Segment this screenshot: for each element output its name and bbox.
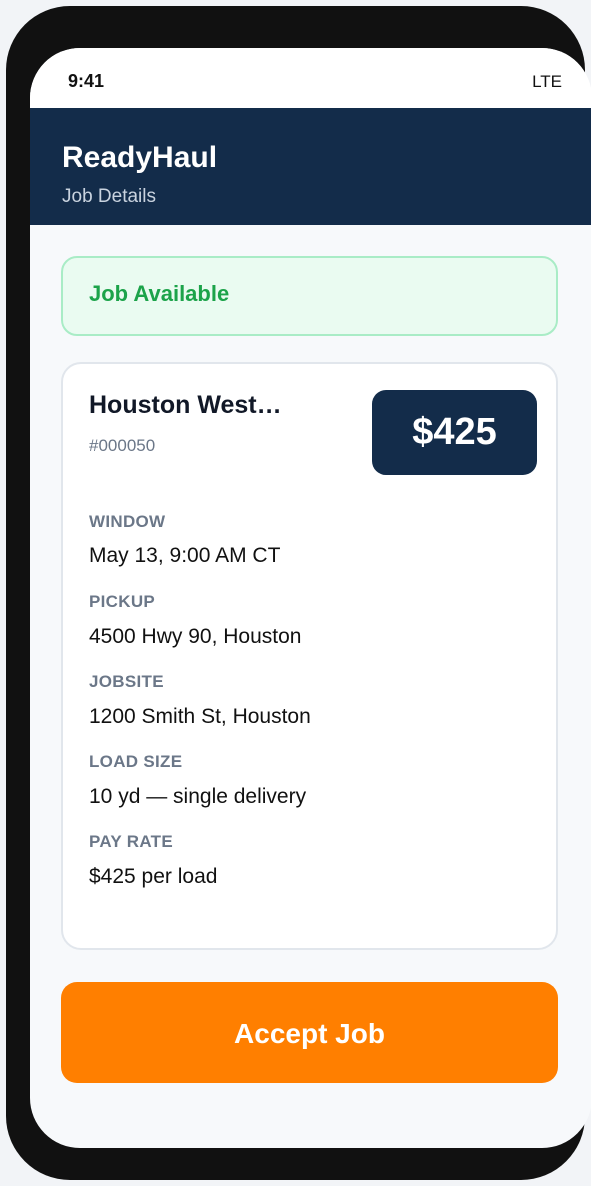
job-title: Houston West… [89, 391, 282, 419]
accept-job-button[interactable]: Accept Job [61, 982, 558, 1083]
app-title: ReadyHaul [62, 141, 218, 174]
phone-screen: 9:41 LTE ReadyHaul Job Details Job Avail… [30, 48, 591, 1148]
page-subtitle: Job Details [62, 186, 156, 207]
detail-label-load-size: LOAD SIZE [89, 752, 183, 771]
detail-value-window: May 13, 9:00 AM CT [89, 544, 281, 567]
detail-value-pickup: 4500 Hwy 90, Houston [89, 625, 302, 648]
detail-value-pay-rate: $425 per load [89, 865, 218, 888]
detail-label-jobsite: JOBSITE [89, 672, 164, 691]
status-bar: 9:41 LTE [30, 48, 591, 108]
detail-label-window: WINDOW [89, 512, 166, 531]
detail-label-pickup: PICKUP [89, 592, 156, 611]
detail-value-load-size: 10 yd — single delivery [89, 785, 307, 808]
price-badge: $425 [372, 390, 537, 475]
network-indicator: LTE [532, 72, 562, 91]
phone-frame: 9:41 LTE ReadyHaul Job Details Job Avail… [6, 6, 591, 1180]
detail-label-pay-rate: PAY RATE [89, 832, 173, 851]
status-time: 9:41 [68, 71, 105, 91]
detail-value-jobsite: 1200 Smith St, Houston [89, 705, 311, 728]
job-status-banner: Job Available [61, 256, 558, 336]
job-id: #000050 [89, 436, 156, 455]
app-header: ReadyHaul Job Details [30, 108, 591, 225]
job-status-text: Job Available [89, 281, 230, 306]
job-details-card: Houston West… #000050 $425 WINDOW May 13… [61, 362, 558, 950]
